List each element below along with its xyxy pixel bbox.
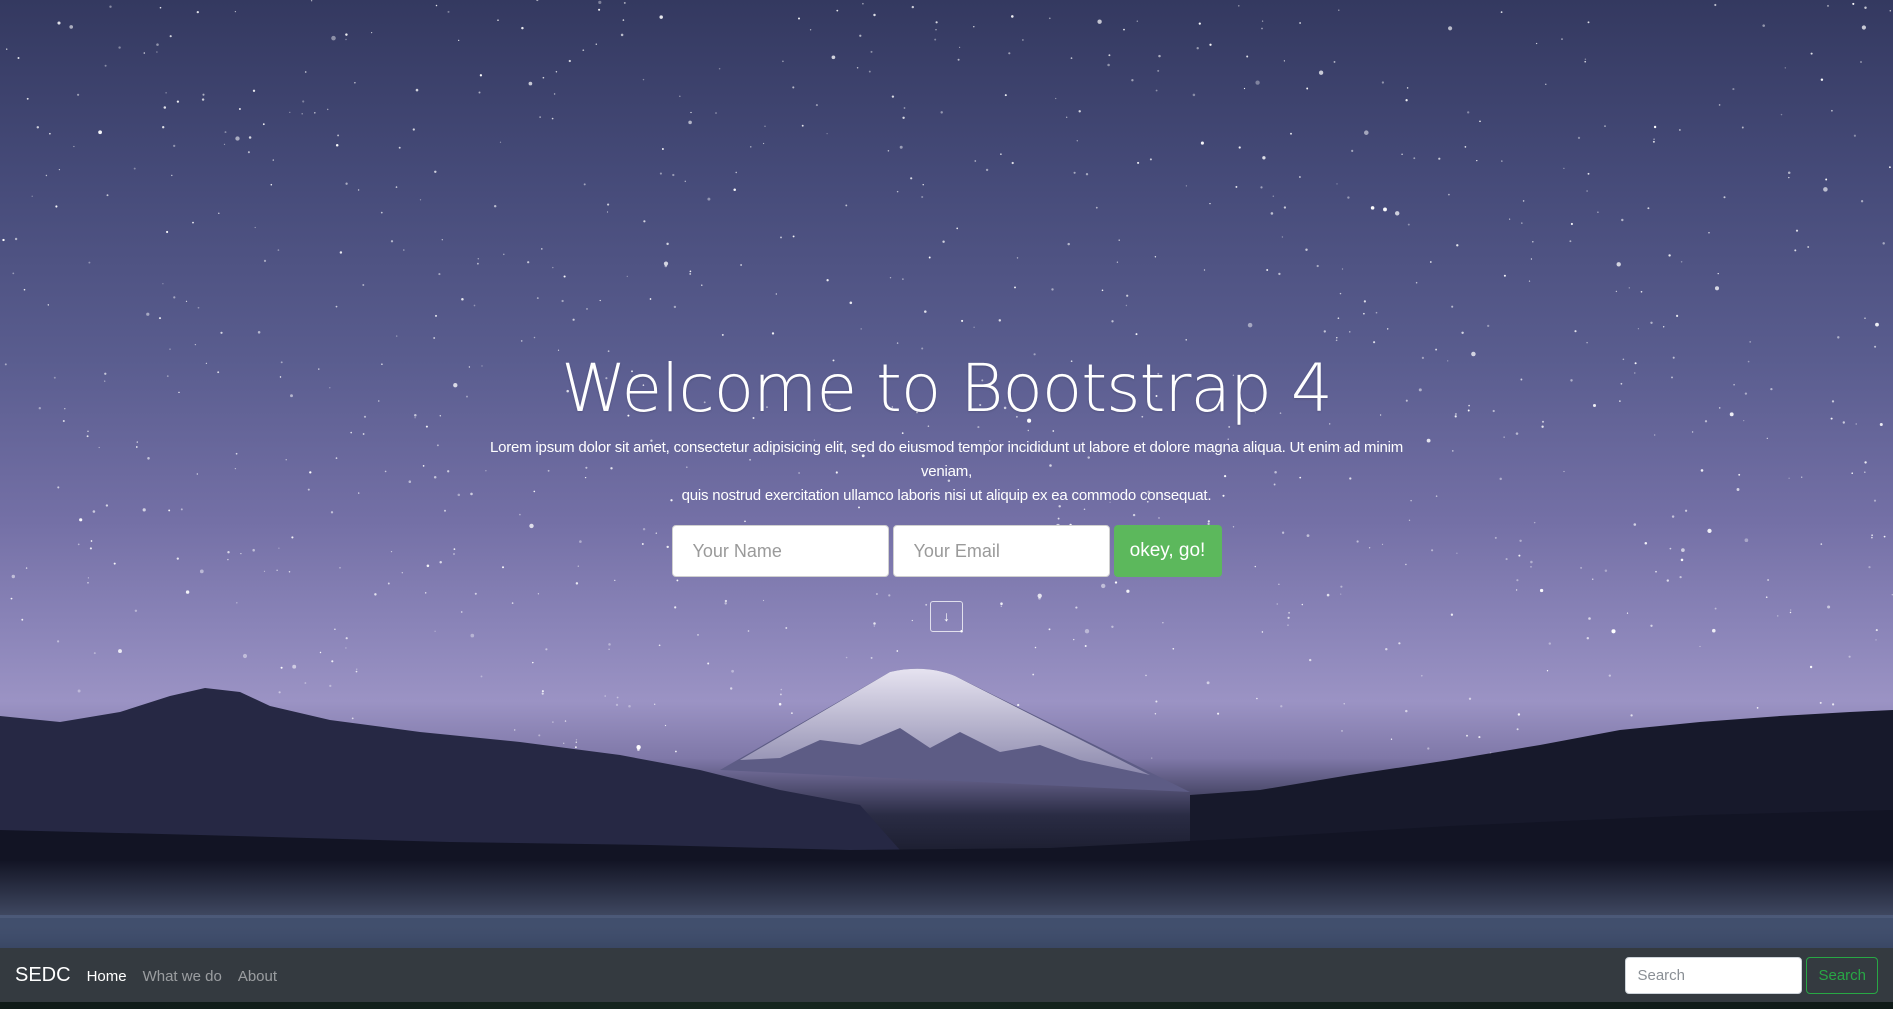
page-bottom-strip xyxy=(0,1002,1893,1009)
hero-title: Welcome to Bootstrap 4 xyxy=(561,350,1333,427)
arrow-down-icon: ↓ xyxy=(943,608,950,624)
nav-link-about[interactable]: About xyxy=(238,968,277,985)
nav-item-what-we-do: What we do xyxy=(143,966,222,985)
navbar-search-form: Search xyxy=(1625,956,1878,994)
name-input[interactable] xyxy=(671,525,889,577)
hero-lead-text: Lorem ipsum dolor sit amet, consectetur … xyxy=(477,436,1417,508)
signup-form: okey, go! xyxy=(0,525,1893,577)
hero-lead-line-2: quis nostrud exercitation ullamco labori… xyxy=(681,487,1212,504)
nav-item-home: Home xyxy=(87,966,127,985)
nav-link-home[interactable]: Home xyxy=(87,968,127,985)
hero-section: Welcome to Bootstrap 4 Lorem ipsum dolor… xyxy=(0,0,1893,948)
navbar-brand[interactable]: SEDC xyxy=(15,964,71,987)
scroll-down-wrapper: ↓ xyxy=(0,601,1893,632)
navbar-search-button[interactable]: Search xyxy=(1806,956,1878,994)
email-input[interactable] xyxy=(892,525,1110,577)
nav-links: Home What we do About xyxy=(87,966,277,985)
hero-lead-line-1: Lorem ipsum dolor sit amet, consectetur … xyxy=(489,439,1404,480)
navbar: SEDC Home What we do About Search xyxy=(0,948,1893,1002)
hero-content: Welcome to Bootstrap 4 Lorem ipsum dolor… xyxy=(0,346,1893,632)
nav-link-what-we-do[interactable]: What we do xyxy=(143,968,222,985)
navbar-search-input[interactable] xyxy=(1625,956,1803,994)
scroll-down-button[interactable]: ↓ xyxy=(930,601,963,632)
submit-button[interactable]: okey, go! xyxy=(1113,525,1222,577)
nav-item-about: About xyxy=(238,966,277,985)
